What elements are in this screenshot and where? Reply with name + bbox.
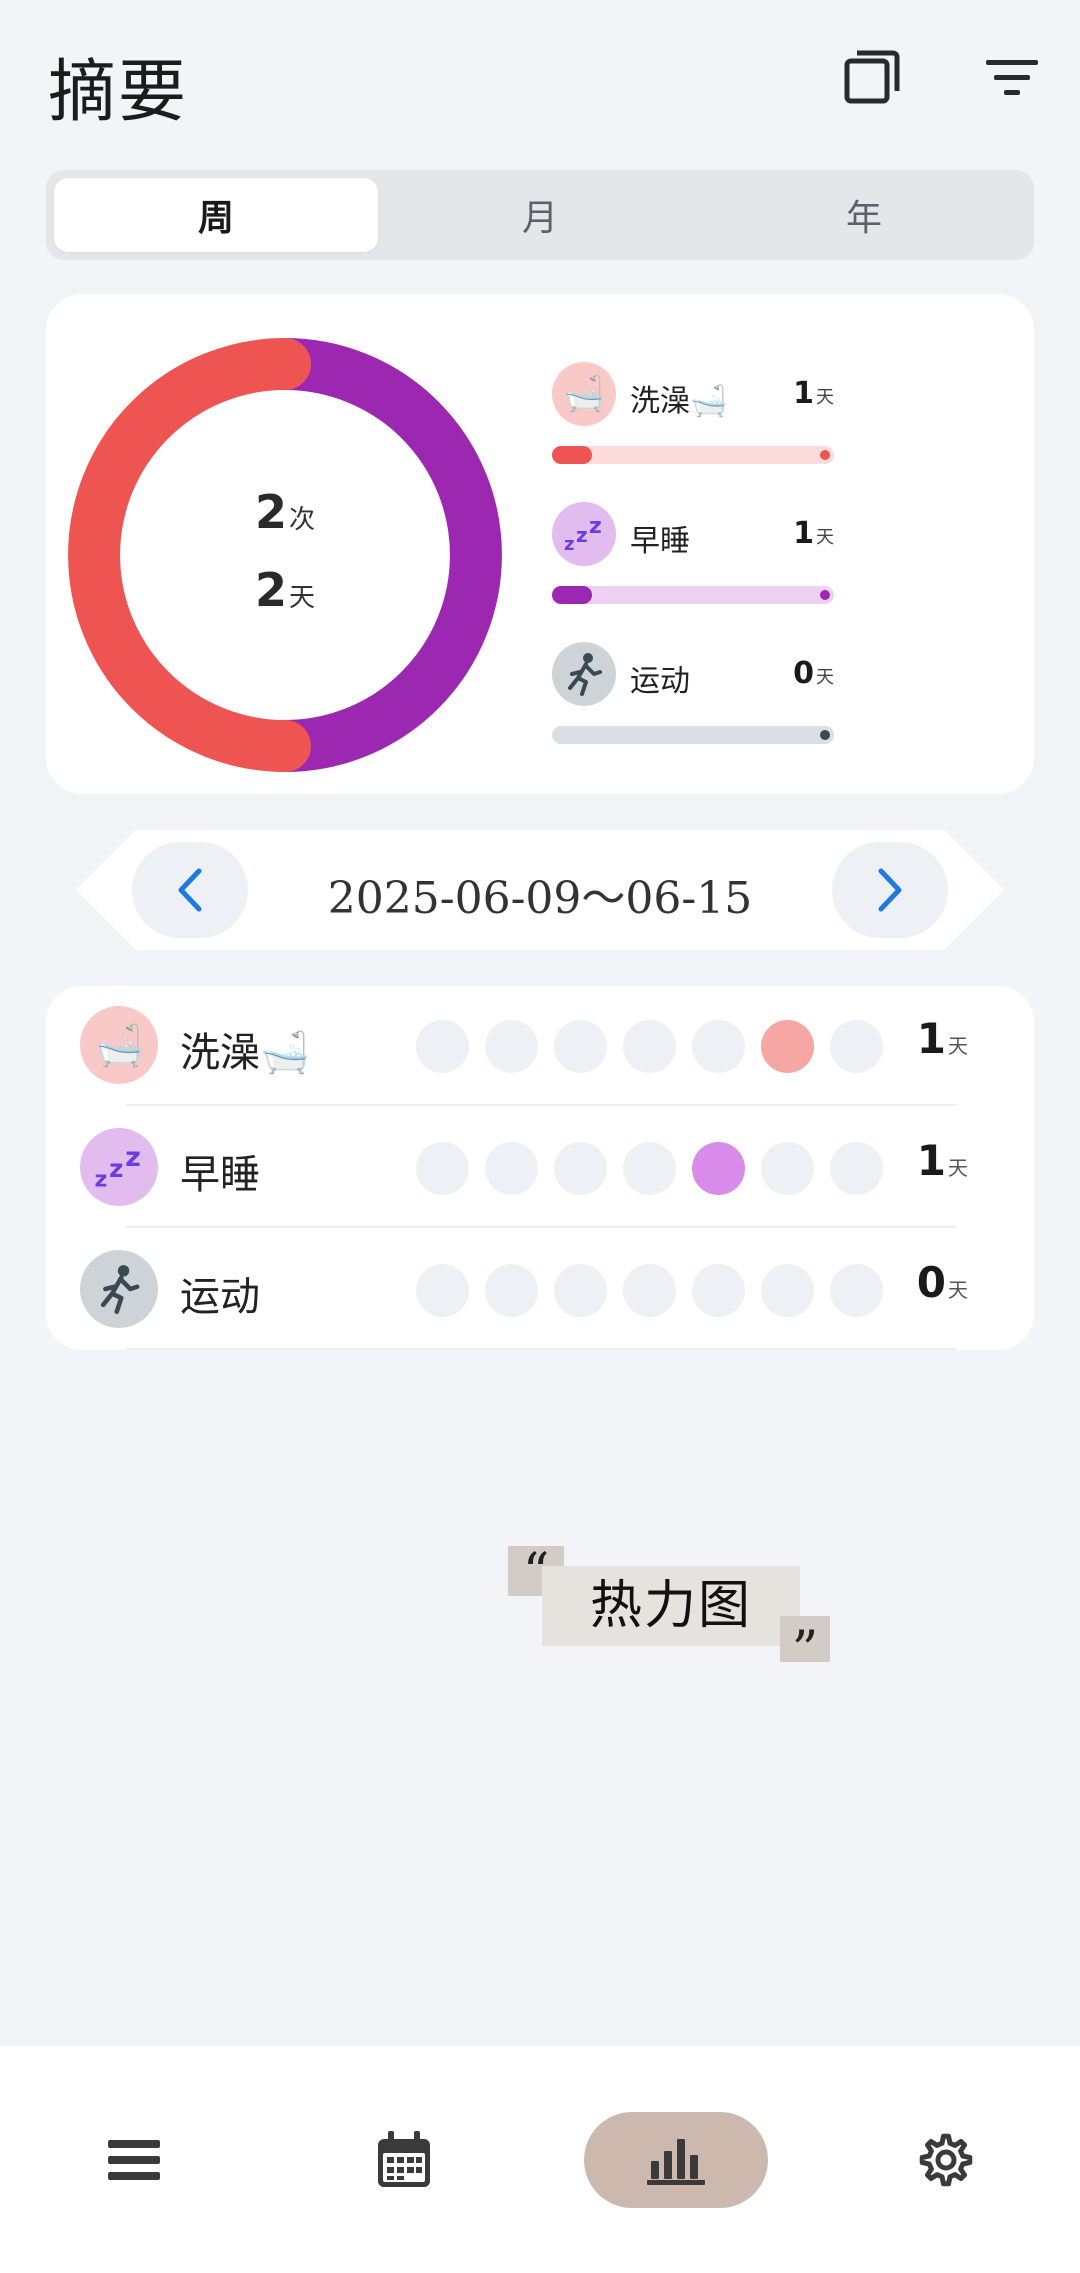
- filter-icon[interactable]: [972, 38, 1052, 118]
- habit-row-exercise[interactable]: 运动 0天: [46, 1228, 1034, 1350]
- day-dot: [554, 1142, 607, 1195]
- day-dot: [416, 1020, 469, 1073]
- period-tabs: 周 月 年: [46, 170, 1034, 260]
- day-dot: [761, 1264, 814, 1317]
- zzz-icon: z z z: [80, 1128, 158, 1206]
- running-icon: [80, 1250, 158, 1328]
- heatmap-title: 热力图: [542, 1566, 800, 1646]
- close-quote: ”: [780, 1616, 830, 1681]
- habit-value: 0: [916, 1258, 946, 1307]
- day-dot: [485, 1142, 538, 1195]
- day-dot: [692, 1264, 745, 1317]
- habit-unit: 天: [948, 1278, 968, 1302]
- legend-item-sleep[interactable]: z z z 早睡 1天: [552, 502, 842, 612]
- habit-day-dots: [416, 1020, 883, 1073]
- habit-unit: 天: [948, 1156, 968, 1180]
- days-unit: 天: [289, 583, 316, 613]
- svg-text:z: z: [576, 523, 588, 547]
- chevron-right-icon: [878, 868, 902, 912]
- day-dot: [830, 1142, 883, 1195]
- legend-item-bath[interactable]: 🛁 洗澡🛁 1天: [552, 362, 842, 472]
- habit-row-sleep[interactable]: z z z 早睡 1天: [46, 1106, 1034, 1228]
- legend-value: 1: [793, 516, 814, 551]
- svg-text:z: z: [589, 514, 602, 539]
- habit-day-dots: [416, 1142, 883, 1195]
- running-icon: [552, 642, 616, 706]
- heatmap-label[interactable]: “ 热力图 ”: [508, 1546, 830, 1681]
- legend-unit: 天: [816, 387, 834, 408]
- legend-progress-bar: [552, 586, 834, 604]
- day-dot: [761, 1142, 814, 1195]
- day-dot: [692, 1142, 745, 1195]
- donut-center: 2 次 2 天: [68, 338, 502, 772]
- day-dot: [830, 1264, 883, 1317]
- day-dot: [554, 1264, 607, 1317]
- day-dot: [761, 1020, 814, 1073]
- next-week-button[interactable]: [832, 842, 948, 938]
- date-range: 2025-06-09～06-15: [327, 873, 753, 924]
- habit-name: 运动: [180, 1274, 260, 1320]
- tab-week[interactable]: 周: [54, 178, 378, 252]
- nav-list[interactable]: [42, 2112, 226, 2208]
- calendar-icon: [378, 2131, 430, 2187]
- day-dot: [623, 1264, 676, 1317]
- list-icon: [108, 2140, 160, 2180]
- legend-name: 洗澡🛁: [630, 384, 728, 419]
- habit-name: 早睡: [180, 1152, 260, 1198]
- nav-calendar[interactable]: [312, 2112, 496, 2208]
- day-dot: [554, 1020, 607, 1073]
- habit-value: 1: [916, 1136, 946, 1185]
- svg-text:z: z: [94, 1167, 107, 1192]
- day-dot: [623, 1020, 676, 1073]
- legend-progress-bar: [552, 726, 834, 744]
- gear-icon: [919, 2133, 973, 2187]
- legend-item-exercise[interactable]: 运动 0天: [552, 642, 842, 752]
- tab-month[interactable]: 月: [378, 178, 702, 252]
- habit-name: 洗澡🛁: [180, 1030, 310, 1076]
- legend-name: 运动: [630, 664, 690, 699]
- nav-settings[interactable]: [854, 2112, 1038, 2208]
- legend-unit: 天: [816, 527, 834, 548]
- day-dot: [692, 1020, 745, 1073]
- total-count: 2: [254, 485, 287, 539]
- svg-text:z: z: [125, 1142, 141, 1173]
- habit-value: 1: [916, 1014, 946, 1063]
- day-dot: [623, 1142, 676, 1195]
- legend-progress-bar: [552, 446, 834, 464]
- bar-chart-icon: [647, 2139, 705, 2185]
- row-divider: [126, 1348, 956, 1350]
- legend-value: 1: [793, 376, 814, 411]
- habit-row-bath[interactable]: 🛁 洗澡🛁 1天: [46, 984, 1034, 1106]
- total-days: 2: [254, 563, 287, 617]
- zzz-icon: z z z: [552, 502, 616, 566]
- page-title: 摘要: [48, 53, 189, 132]
- day-dot: [416, 1264, 469, 1317]
- copy-icon[interactable]: [832, 38, 912, 118]
- habit-day-dots: [416, 1264, 883, 1317]
- day-dot: [830, 1020, 883, 1073]
- tab-year[interactable]: 年: [702, 178, 1026, 252]
- day-dot: [416, 1142, 469, 1195]
- habit-unit: 天: [948, 1034, 968, 1058]
- nav-statistics[interactable]: [584, 2112, 768, 2208]
- legend-unit: 天: [816, 667, 834, 688]
- day-dot: [485, 1264, 538, 1317]
- count-unit: 次: [289, 505, 316, 535]
- bath-icon: 🛁: [80, 1006, 158, 1084]
- bath-icon: 🛁: [552, 362, 616, 426]
- svg-text:z: z: [109, 1154, 123, 1183]
- legend-value: 0: [793, 656, 814, 691]
- day-dot: [485, 1020, 538, 1073]
- svg-text:z: z: [564, 534, 574, 554]
- legend-name: 早睡: [630, 524, 690, 559]
